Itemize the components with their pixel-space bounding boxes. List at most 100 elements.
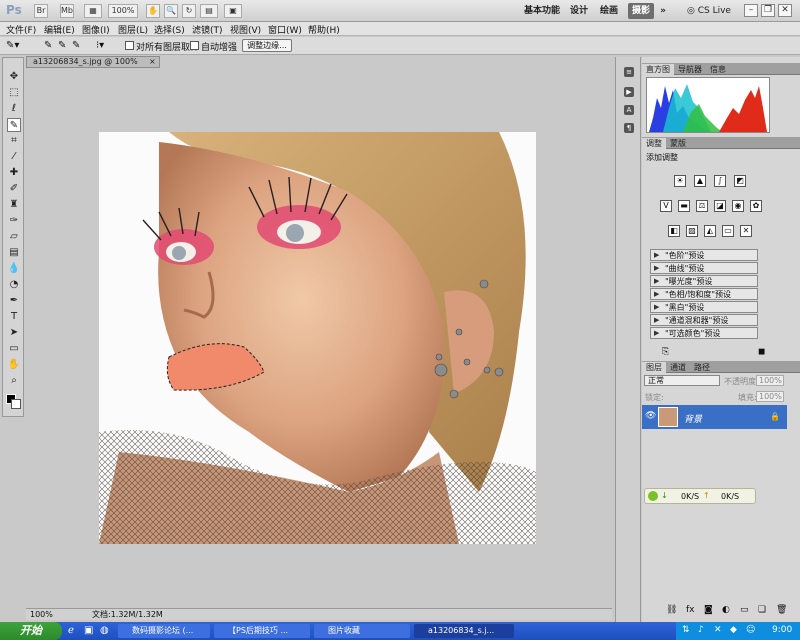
background-color-swatch[interactable] xyxy=(11,399,21,409)
vibrance-icon[interactable]: V xyxy=(660,200,672,212)
preset-curves[interactable]: ▶ "曲线"预设 xyxy=(650,262,758,274)
layer-row-background[interactable]: 👁 背景 🔒 xyxy=(642,405,787,429)
menu-file[interactable]: 文件(F) xyxy=(6,23,36,36)
actions-panel-icon[interactable]: ▶ xyxy=(624,87,634,97)
screen-mode-button[interactable]: ▣ xyxy=(224,4,242,18)
tab-histogram[interactable]: 直方图 xyxy=(642,64,674,75)
selective-color-icon[interactable]: ✕ xyxy=(740,225,752,237)
refine-edge-button[interactable]: 调整边缘... xyxy=(242,39,292,52)
tab-layers[interactable]: 图层 xyxy=(642,362,666,373)
preset-hue-saturation[interactable]: ▶ "色相/饱和度"预设 xyxy=(650,288,758,300)
quicklaunch-desktop-icon[interactable]: ▣ xyxy=(84,625,93,636)
shape-tool-icon[interactable]: ▭ xyxy=(7,342,21,356)
history-brush-tool-icon[interactable]: ✑ xyxy=(7,214,21,228)
posterize-icon[interactable]: ▨ xyxy=(686,225,698,237)
eraser-tool-icon[interactable]: ▱ xyxy=(7,230,21,244)
crop-tool-icon[interactable]: ⌗ xyxy=(7,134,21,148)
close-document-icon[interactable]: × xyxy=(149,57,156,67)
workspace-basic[interactable]: 基本功能 xyxy=(522,3,562,19)
zoom-tool-icon[interactable]: ⌕ xyxy=(7,374,21,388)
zoom-level-dropdown[interactable]: 100% xyxy=(108,4,138,18)
tab-adjustments[interactable]: 调整 xyxy=(642,138,666,149)
brightness-contrast-icon[interactable]: ☀ xyxy=(674,175,686,187)
add-mask-icon[interactable]: ◙ xyxy=(704,605,713,615)
link-layers-icon[interactable]: ⛓ xyxy=(666,605,677,615)
layer-style-icon[interactable]: fx xyxy=(686,605,695,615)
character-panel-icon[interactable]: A xyxy=(624,105,634,115)
image-canvas[interactable] xyxy=(99,132,536,544)
task-photo-forum[interactable]: 数码摄影论坛 (... xyxy=(118,624,210,638)
menu-help[interactable]: 帮助(H) xyxy=(308,23,340,36)
gradient-map-icon[interactable]: ▭ xyxy=(722,225,734,237)
adjust-delete-icon[interactable]: ◼ xyxy=(758,347,765,357)
preset-levels[interactable]: ▶ "色阶"预设 xyxy=(650,249,758,261)
blend-mode-select[interactable]: 正常 xyxy=(644,375,720,386)
opacity-input[interactable]: 100% xyxy=(756,375,784,386)
menu-view[interactable]: 视图(V) xyxy=(230,23,261,36)
exposure-icon[interactable]: ◩ xyxy=(734,175,746,187)
tab-paths[interactable]: 路径 xyxy=(690,362,714,373)
menu-select[interactable]: 选择(S) xyxy=(154,23,185,36)
rotate-view-button[interactable]: ↻ xyxy=(182,4,196,18)
task-image-favorites[interactable]: 图片收藏 xyxy=(314,624,410,638)
mini-bridge-button[interactable]: Mb xyxy=(60,4,74,18)
menu-layer[interactable]: 图层(L) xyxy=(118,23,148,36)
hand-tool-button[interactable]: ✋ xyxy=(146,4,160,18)
adjust-footer-icon[interactable]: ⎘ xyxy=(662,347,669,357)
new-selection-icon[interactable]: ✎ xyxy=(44,40,52,51)
pen-tool-icon[interactable]: ✒ xyxy=(7,294,21,308)
eyedropper-tool-icon[interactable]: ⁄ xyxy=(7,150,21,164)
clone-stamp-tool-icon[interactable]: ♜ xyxy=(7,198,21,212)
tool-preset-picker-icon[interactable]: ✎▾ xyxy=(6,40,19,51)
blur-tool-icon[interactable]: 💧 xyxy=(7,262,21,276)
move-tool-icon[interactable]: ✥ xyxy=(7,70,21,84)
cslive-button[interactable]: ◎ CS Live xyxy=(684,3,734,19)
menu-window[interactable]: 窗口(W) xyxy=(268,23,302,36)
menu-filter[interactable]: 滤镜(T) xyxy=(192,23,223,36)
tab-masks[interactable]: 蒙版 xyxy=(666,138,690,149)
black-white-icon[interactable]: ◪ xyxy=(714,200,726,212)
lasso-tool-icon[interactable]: ℓ xyxy=(7,102,21,116)
tab-info[interactable]: 信息 xyxy=(706,64,730,75)
restore-button[interactable]: ❐ xyxy=(761,4,775,17)
new-adjustment-layer-icon[interactable]: ◐ xyxy=(722,605,730,615)
invert-icon[interactable]: ◧ xyxy=(668,225,680,237)
workspace-photography[interactable]: 摄影 xyxy=(628,3,654,19)
preset-exposure[interactable]: ▶ "曝光度"预设 xyxy=(650,275,758,287)
curves-icon[interactable]: ∫ xyxy=(714,175,726,187)
channel-mixer-icon[interactable]: ✿ xyxy=(750,200,762,212)
workspace-more-icon[interactable]: » xyxy=(656,3,670,19)
sample-all-layers-checkbox[interactable] xyxy=(125,41,134,50)
new-layer-icon[interactable]: ❏ xyxy=(758,605,766,615)
tab-navigator[interactable]: 导航器 xyxy=(674,64,706,75)
add-selection-icon[interactable]: ✎ xyxy=(58,40,66,51)
path-selection-tool-icon[interactable]: ➤ xyxy=(7,326,21,340)
color-balance-icon[interactable]: ⚖ xyxy=(696,200,708,212)
fill-input[interactable]: 100% xyxy=(756,391,784,402)
marquee-tool-icon[interactable]: ⬚ xyxy=(7,86,21,100)
arrange-documents-button[interactable]: ▤ xyxy=(200,4,218,18)
auto-enhance-checkbox[interactable] xyxy=(190,41,199,50)
hand-tool-icon[interactable]: ✋ xyxy=(7,358,21,372)
tray-network-icon[interactable]: ⇅ xyxy=(682,625,690,635)
menu-image[interactable]: 图像(I) xyxy=(82,23,110,36)
history-panel-icon[interactable]: ≡ xyxy=(624,67,634,77)
tray-volume-icon[interactable]: ♪ xyxy=(698,625,704,635)
tray-app-icon[interactable]: ◆ xyxy=(730,625,737,635)
tray-chat-icon[interactable]: ☺ xyxy=(746,625,755,635)
new-group-icon[interactable]: ▭ xyxy=(740,605,749,615)
hue-saturation-icon[interactable]: ▬ xyxy=(678,200,690,212)
minimize-button[interactable]: – xyxy=(744,4,758,17)
photo-filter-icon[interactable]: ◉ xyxy=(732,200,744,212)
quicklaunch-media-icon[interactable]: ◍ xyxy=(100,625,109,636)
threshold-icon[interactable]: ◭ xyxy=(704,225,716,237)
visibility-eye-icon[interactable]: 👁 xyxy=(645,411,656,421)
menu-edit[interactable]: 编辑(E) xyxy=(44,23,75,36)
brush-tool-icon[interactable]: ✐ xyxy=(7,182,21,196)
preset-black-white[interactable]: ▶ "黑白"预设 xyxy=(650,301,758,313)
dodge-tool-icon[interactable]: ◔ xyxy=(7,278,21,292)
tray-security-icon[interactable]: ✕ xyxy=(714,625,722,635)
task-ps-tips[interactable]: 【PS后期技巧 ... xyxy=(214,624,310,638)
levels-icon[interactable]: ▲ xyxy=(694,175,706,187)
view-extras-button[interactable]: ▦ xyxy=(84,4,102,18)
